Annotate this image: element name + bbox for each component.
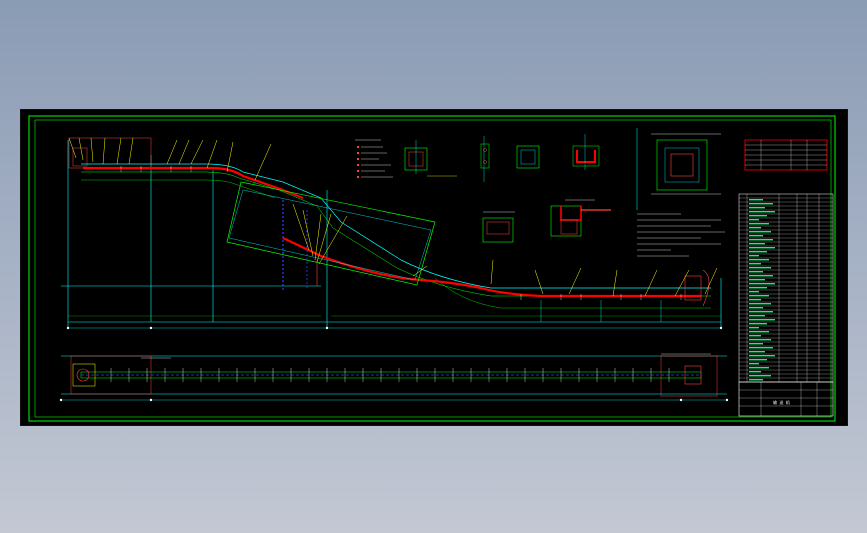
section-details xyxy=(355,128,725,257)
parts-list-entry-mark xyxy=(749,323,767,325)
parts-list-entry-mark xyxy=(749,315,765,317)
parts-list-entry-mark xyxy=(749,259,769,261)
parts-list-entry-mark xyxy=(749,203,773,205)
parts-list-entry-mark xyxy=(749,347,773,349)
parts-list-entry-mark xyxy=(749,363,759,365)
parts-list-entry-mark xyxy=(749,319,775,321)
parts-list-entry-mark xyxy=(749,283,775,285)
parts-list-entry-mark xyxy=(749,199,763,201)
parts-list-entry-mark xyxy=(749,307,763,309)
parts-list-entry-mark xyxy=(749,371,761,373)
elevation-view xyxy=(61,137,723,330)
parts-list-entry-mark xyxy=(749,295,769,297)
parts-list-entry-mark xyxy=(749,279,765,281)
parts-list-entry-mark xyxy=(749,299,761,301)
parts-list-entry-mark xyxy=(749,247,775,249)
parts-list-entry-mark xyxy=(749,235,763,237)
parts-list-entry-mark xyxy=(749,331,769,333)
drawing-inner-border xyxy=(34,119,832,418)
parts-list-entry-mark xyxy=(749,207,765,209)
drawing-sheet[interactable]: 输 送 机 xyxy=(20,109,848,426)
parts-list-entry-mark xyxy=(749,327,759,329)
parts-list-entry-mark xyxy=(749,359,767,361)
title-block: 输 送 机 xyxy=(738,139,834,417)
parts-list-entry-mark xyxy=(749,271,763,273)
parts-list-entry-mark xyxy=(749,287,767,289)
parts-list-entry-mark xyxy=(749,231,771,233)
cad-viewer-background: 输 送 机 xyxy=(0,0,867,533)
drawing-canvas: 输 送 机 xyxy=(28,115,836,422)
parts-list-entry-mark xyxy=(749,343,763,345)
parts-list-entry-mark xyxy=(749,255,759,257)
parts-list-entry-mark xyxy=(749,335,761,337)
parts-list-entry-mark xyxy=(749,267,771,269)
parts-list-entry-mark xyxy=(749,375,771,377)
parts-list-entry-mark xyxy=(749,251,767,253)
parts-list-entry-mark xyxy=(749,215,767,217)
parts-list-entry-mark xyxy=(749,239,773,241)
parts-list-entry-mark xyxy=(749,243,765,245)
parts-list-entry-mark xyxy=(749,291,759,293)
parts-list-entry-mark xyxy=(749,303,771,305)
parts-list-entry-mark xyxy=(749,351,765,353)
parts-list-entry-mark xyxy=(749,223,769,225)
parts-list-entry-mark xyxy=(749,263,761,265)
parts-list-entry-mark xyxy=(749,367,769,369)
parts-list-entry-mark xyxy=(749,311,773,313)
plan-view xyxy=(59,353,729,402)
parts-list-entry-mark xyxy=(749,219,759,221)
parts-list-entry-mark xyxy=(749,211,775,213)
parts-list-entry-mark xyxy=(749,379,763,381)
title-block-label: 输 送 机 xyxy=(773,399,790,405)
parts-list-entry-mark xyxy=(749,227,761,229)
parts-list-entry-mark xyxy=(749,339,771,341)
parts-list-entry-mark xyxy=(749,275,773,277)
parts-list-entry-mark xyxy=(749,355,775,357)
